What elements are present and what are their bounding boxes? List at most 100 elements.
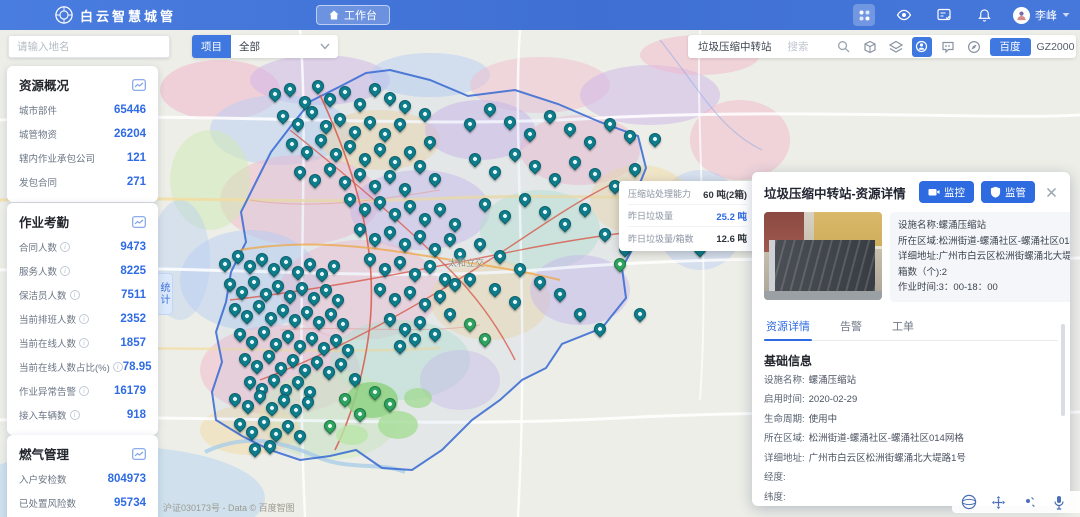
map-marker[interactable] bbox=[335, 316, 352, 333]
map-marker[interactable] bbox=[367, 384, 384, 401]
map-marker[interactable] bbox=[313, 132, 330, 149]
map-marker[interactable] bbox=[330, 292, 347, 309]
map-marker[interactable] bbox=[234, 284, 251, 301]
map-marker[interactable] bbox=[412, 228, 429, 245]
map-marker[interactable] bbox=[372, 281, 389, 298]
map-marker[interactable] bbox=[332, 111, 349, 128]
map-marker[interactable] bbox=[292, 428, 309, 445]
map-marker[interactable] bbox=[328, 146, 345, 163]
pan-control[interactable] bbox=[990, 494, 1007, 511]
map-marker[interactable] bbox=[275, 108, 292, 125]
map-marker[interactable] bbox=[392, 116, 409, 133]
map-marker[interactable] bbox=[622, 128, 639, 145]
map-marker[interactable] bbox=[587, 166, 604, 183]
map-marker[interactable] bbox=[367, 231, 384, 248]
map-marker[interactable] bbox=[307, 172, 324, 189]
locate-control[interactable] bbox=[1020, 494, 1037, 511]
map-marker[interactable] bbox=[567, 154, 584, 171]
map-marker[interactable] bbox=[532, 274, 549, 291]
map-marker[interactable] bbox=[299, 144, 316, 161]
map-marker[interactable] bbox=[442, 231, 459, 248]
map-marker[interactable] bbox=[267, 86, 284, 103]
audit-button[interactable] bbox=[933, 4, 955, 26]
map-marker[interactable] bbox=[632, 306, 649, 323]
map-marker[interactable] bbox=[244, 424, 261, 441]
map-marker[interactable] bbox=[357, 151, 374, 168]
map-marker[interactable] bbox=[517, 191, 534, 208]
map-marker[interactable] bbox=[337, 84, 354, 101]
chart-icon[interactable] bbox=[132, 448, 146, 460]
info-icon[interactable]: i bbox=[79, 338, 89, 348]
map-marker[interactable] bbox=[217, 256, 234, 273]
map-marker[interactable] bbox=[577, 201, 594, 218]
map-marker[interactable] bbox=[322, 161, 339, 178]
map-marker[interactable] bbox=[402, 284, 419, 301]
map-marker[interactable] bbox=[337, 391, 354, 408]
map-marker[interactable] bbox=[527, 158, 544, 175]
map-marker[interactable] bbox=[467, 151, 484, 168]
map-marker[interactable] bbox=[382, 311, 399, 328]
map-marker[interactable] bbox=[462, 316, 479, 333]
eye-button[interactable] bbox=[893, 4, 915, 26]
map-marker[interactable] bbox=[352, 406, 369, 423]
map-marker[interactable] bbox=[562, 121, 579, 138]
map-marker[interactable] bbox=[427, 326, 444, 343]
map-marker[interactable] bbox=[572, 306, 589, 323]
notifications-button[interactable] bbox=[973, 4, 995, 26]
map-marker[interactable] bbox=[342, 191, 359, 208]
map-marker[interactable] bbox=[582, 134, 599, 151]
project-filter[interactable]: 项目 全部 bbox=[192, 35, 338, 58]
map-marker[interactable] bbox=[256, 414, 273, 431]
map-marker[interactable] bbox=[387, 206, 404, 223]
apps-grid-button[interactable] bbox=[853, 4, 875, 26]
map-marker[interactable] bbox=[627, 161, 644, 178]
map-marker[interactable] bbox=[507, 294, 524, 311]
compass-tool-button[interactable] bbox=[964, 37, 984, 57]
tab-工单[interactable]: 工单 bbox=[890, 313, 916, 340]
map-marker[interactable] bbox=[322, 418, 339, 435]
map-marker[interactable] bbox=[247, 441, 264, 458]
panorama-control[interactable] bbox=[960, 494, 977, 511]
chart-icon[interactable] bbox=[132, 216, 146, 228]
map-marker[interactable] bbox=[462, 116, 479, 133]
map-marker[interactable] bbox=[292, 164, 309, 181]
map-marker[interactable] bbox=[462, 271, 479, 288]
map-marker[interactable] bbox=[647, 131, 664, 148]
map-marker[interactable] bbox=[522, 126, 539, 143]
map-marker[interactable] bbox=[310, 78, 327, 95]
map-marker[interactable] bbox=[382, 90, 399, 107]
map-marker[interactable] bbox=[602, 116, 619, 133]
map-marker[interactable] bbox=[347, 371, 364, 388]
tab-资源详情[interactable]: 资源详情 bbox=[764, 313, 812, 340]
map-marker[interactable] bbox=[427, 241, 444, 258]
workbench-button[interactable]: 工作台 bbox=[316, 5, 390, 25]
map-marker[interactable] bbox=[477, 331, 494, 348]
map-marker[interactable] bbox=[352, 221, 369, 238]
map-marker[interactable] bbox=[362, 251, 379, 268]
map-marker[interactable] bbox=[612, 256, 629, 273]
map-marker[interactable] bbox=[357, 201, 374, 218]
map-marker[interactable] bbox=[412, 158, 429, 175]
map-marker[interactable] bbox=[382, 396, 399, 413]
map-marker[interactable] bbox=[284, 136, 301, 153]
map-marker[interactable] bbox=[340, 342, 357, 359]
map-marker[interactable] bbox=[377, 261, 394, 278]
map-marker[interactable] bbox=[542, 108, 559, 125]
map-marker[interactable] bbox=[402, 144, 419, 161]
info-icon[interactable]: i bbox=[79, 386, 89, 396]
info-icon[interactable]: i bbox=[70, 290, 80, 300]
map-marker[interactable] bbox=[282, 81, 299, 98]
map-marker[interactable] bbox=[367, 178, 384, 195]
map-marker[interactable] bbox=[290, 116, 307, 133]
map-marker[interactable] bbox=[432, 288, 449, 305]
map-marker[interactable] bbox=[472, 236, 489, 253]
info-icon[interactable]: i bbox=[60, 242, 70, 252]
supervise-button[interactable]: 监管 bbox=[981, 181, 1035, 203]
map-marker[interactable] bbox=[477, 196, 494, 213]
map-marker[interactable] bbox=[392, 338, 409, 355]
map-marker[interactable] bbox=[367, 81, 384, 98]
info-icon[interactable]: i bbox=[70, 410, 80, 420]
map-marker[interactable] bbox=[537, 204, 554, 221]
map-search-input[interactable] bbox=[788, 41, 828, 53]
user-menu[interactable]: 李峰 bbox=[1013, 7, 1070, 24]
